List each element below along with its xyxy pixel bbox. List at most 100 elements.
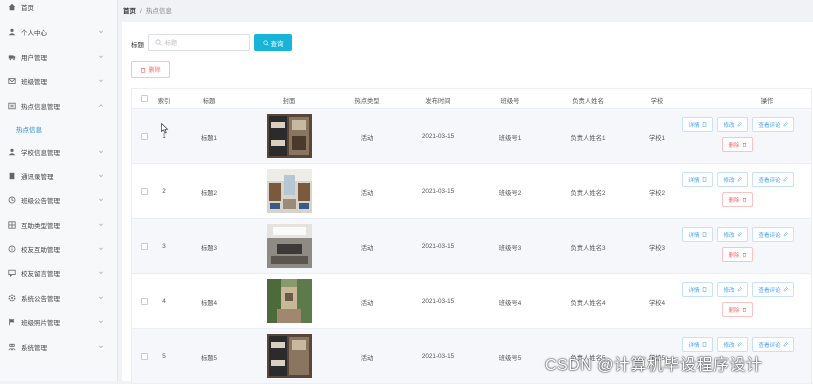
- sidebar-item-hotspot-mgmt[interactable]: 热点信息管理: [0, 96, 118, 116]
- delete-button[interactable]: 删除: [722, 247, 753, 262]
- document-icon: [702, 122, 706, 127]
- delete-button[interactable]: 删除: [722, 302, 753, 317]
- chevron-down-icon: [98, 345, 104, 349]
- cell-index: 3: [162, 243, 166, 250]
- query-button[interactable]: 查询: [254, 34, 292, 51]
- detail-button[interactable]: 详情: [682, 227, 713, 242]
- cell-time: 2021-03-15: [421, 188, 455, 195]
- cell-index: 5: [162, 353, 166, 360]
- view-comments-button[interactable]: 查看评论: [752, 337, 794, 352]
- sidebar-item-alumni-help[interactable]: 校友互助管理: [0, 239, 118, 259]
- detail-button[interactable]: 详情: [682, 282, 713, 297]
- detail-button[interactable]: 详情: [682, 117, 713, 132]
- view-comments-button[interactable]: 查看评论: [752, 172, 794, 187]
- sidebar-item-classes[interactable]: 班级管理: [0, 71, 118, 91]
- edit-button[interactable]: 修改: [717, 227, 748, 242]
- sidebar-item-contacts[interactable]: 通讯录管理: [0, 166, 118, 186]
- cell-type: 活动: [360, 300, 374, 307]
- people-icon: [8, 343, 16, 351]
- cover-image: [267, 169, 312, 213]
- sidebar-item-label: 互助类型管理: [21, 223, 60, 230]
- edit-label: 修改: [723, 342, 735, 349]
- column-header-cover: 封面: [282, 98, 296, 105]
- sidebar-item-system[interactable]: 系统管理: [0, 337, 118, 357]
- cell-time: 2021-03-15: [421, 243, 455, 250]
- edit-button[interactable]: 修改: [717, 117, 748, 132]
- detail-button[interactable]: 详情: [682, 337, 713, 352]
- sidebar: 首页 个人中心 用户管理 班级管理 热点信息管理 热点信息 学校信息管理 通讯录…: [0, 0, 118, 381]
- chevron-down-icon: [98, 247, 104, 251]
- sidebar-item-users[interactable]: 用户管理: [0, 47, 118, 67]
- column-header-class: 班级号: [500, 98, 520, 105]
- trash-icon: [742, 308, 746, 312]
- sidebar-item-system-notice[interactable]: 系统公告管理: [0, 288, 118, 308]
- sidebar-item-hotspot-info[interactable]: 热点信息: [0, 119, 118, 139]
- select-all-checkbox[interactable]: [141, 95, 148, 102]
- cell-type: 活动: [360, 135, 374, 142]
- sidebar-item-label: 系统公告管理: [21, 296, 60, 303]
- row-checkbox[interactable]: [141, 298, 148, 305]
- breadcrumb-home[interactable]: 首页: [123, 8, 136, 15]
- row-checkbox[interactable]: [141, 188, 148, 195]
- delete-button[interactable]: 删除: [722, 192, 753, 207]
- sidebar-item-alumni-messages[interactable]: 校友留言管理: [0, 263, 118, 283]
- row-checkbox[interactable]: [141, 133, 148, 140]
- search-icon: [155, 39, 162, 46]
- search-input[interactable]: 标题: [148, 34, 250, 51]
- view-comments-button[interactable]: 查看评论: [752, 282, 794, 297]
- chevron-down-icon: [98, 223, 104, 227]
- trash-icon: [141, 67, 146, 73]
- edit-icon: [737, 232, 742, 237]
- edit-icon: [737, 287, 742, 292]
- comments-label: 查看评论: [758, 342, 781, 349]
- filter-label: 标题: [131, 42, 144, 49]
- chevron-down-icon: [98, 320, 104, 324]
- edit-icon: [783, 232, 788, 237]
- delete-label: 删除: [728, 307, 740, 314]
- sidebar-item-school[interactable]: 学校信息管理: [0, 142, 118, 162]
- chevron-down-icon: [98, 198, 104, 202]
- cell-class: 班级号4: [498, 300, 522, 307]
- cell-class: 班级号3: [498, 245, 522, 252]
- cell-owner: 负责人姓名2: [570, 190, 606, 197]
- column-header-title: 标题: [202, 98, 216, 105]
- detail-label: 详情: [688, 232, 700, 239]
- detail-label: 详情: [688, 122, 700, 129]
- cell-class: 班级号2: [498, 190, 522, 197]
- column-header-time: 发布时间: [425, 98, 451, 105]
- delete-button[interactable]: 删除: [722, 137, 753, 152]
- edit-icon: [783, 342, 788, 347]
- sidebar-item-help-type[interactable]: 互助类型管理: [0, 215, 118, 235]
- edit-button[interactable]: 修改: [717, 337, 748, 352]
- batch-delete-button[interactable]: 删除: [131, 61, 170, 78]
- delete-label: 删除: [728, 142, 740, 149]
- edit-label: 修改: [723, 177, 735, 184]
- table-row: 2 标题2 活动 2021-03-15 班级号2 负责人姓名2 学校2 详情 修…: [131, 164, 812, 219]
- sidebar-item-label: 用户管理: [21, 55, 47, 62]
- sidebar-item-class-photos[interactable]: 班级照片管理: [0, 312, 118, 332]
- flag-icon: [8, 318, 16, 326]
- detail-button[interactable]: 详情: [682, 172, 713, 187]
- list-icon: [8, 102, 16, 110]
- comments-label: 查看评论: [758, 122, 781, 129]
- watermark: CSDN @计算机毕设程序设计: [545, 357, 763, 374]
- chat-icon: [8, 269, 16, 277]
- view-comments-button[interactable]: 查看评论: [752, 117, 794, 132]
- edit-button[interactable]: 修改: [717, 172, 748, 187]
- document-icon: [702, 287, 706, 292]
- cell-index: 1: [162, 133, 166, 140]
- sidebar-item-class-notice[interactable]: 班级公告管理: [0, 190, 118, 210]
- sidebar-item-label: 校友留言管理: [21, 271, 60, 278]
- view-comments-button[interactable]: 查看评论: [752, 227, 794, 242]
- sidebar-item-home[interactable]: 首页: [0, 0, 118, 17]
- sidebar-item-profile[interactable]: 个人中心: [0, 22, 118, 42]
- content-panel: 标题 标题 查询 删除 索引 标题 封面 热点类型 发布时间 班级号 负责人姓名…: [122, 22, 813, 384]
- edit-icon: [783, 122, 788, 127]
- edit-button[interactable]: 修改: [717, 282, 748, 297]
- cell-title: 标题1: [200, 135, 218, 142]
- sidebar-item-label: 个人中心: [21, 30, 47, 37]
- row-checkbox[interactable]: [141, 243, 148, 250]
- chevron-down-icon: [98, 296, 104, 300]
- chevron-down-icon: [98, 271, 104, 275]
- row-checkbox[interactable]: [141, 353, 148, 360]
